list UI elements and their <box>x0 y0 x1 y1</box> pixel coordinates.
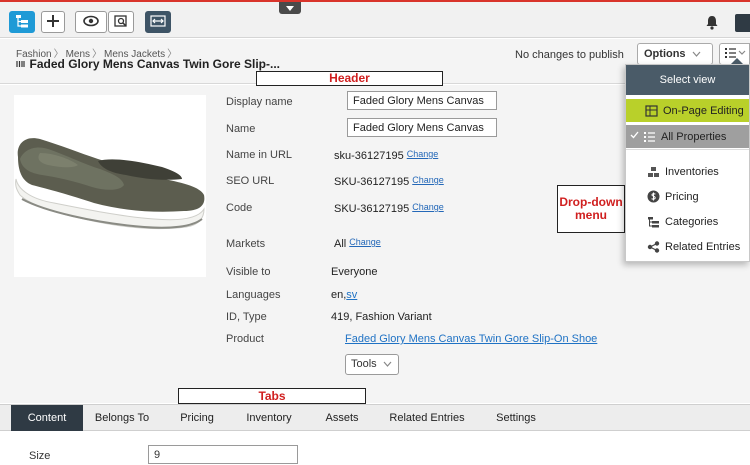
markets-text: All <box>334 238 347 250</box>
menu-item-on-page-editing[interactable]: On-Page Editing <box>626 99 749 122</box>
variant-icon <box>16 60 28 70</box>
inventories-icon <box>646 165 660 179</box>
tab-content[interactable]: Content <box>11 405 83 431</box>
code-label: Code <box>226 202 253 214</box>
change-markets-link[interactable]: Change <box>349 237 381 247</box>
code-value: SKU-36127195 Change <box>334 202 444 215</box>
name-in-url-label: Name in URL <box>226 149 293 161</box>
id-type-value: 419, Fashion Variant <box>331 311 432 323</box>
preview-search-icon <box>114 14 128 31</box>
add-button[interactable] <box>41 11 65 33</box>
tab-inventory[interactable]: Inventory <box>238 405 300 431</box>
check-icon <box>630 131 640 142</box>
page-title-text: Faded Glory Mens Canvas Twin Gore Slip-.… <box>29 57 281 71</box>
plus-icon <box>46 14 60 31</box>
menu-item-pricing[interactable]: Pricing <box>626 185 749 208</box>
menu-item-label: Related Entries <box>665 240 741 253</box>
preview-button[interactable] <box>108 11 134 33</box>
menu-item-label: Pricing <box>665 190 699 203</box>
menu-item-inventories[interactable]: Inventories <box>626 160 749 183</box>
dollar-icon <box>646 190 660 204</box>
menu-item-related-entries[interactable]: Related Entries <box>626 235 749 258</box>
categories-icon <box>646 215 660 229</box>
markets-value: All Change <box>334 237 381 250</box>
product-label: Product <box>226 333 264 345</box>
product-link[interactable]: Faded Glory Mens Canvas Twin Gore Slip-O… <box>345 333 597 345</box>
languages-label: Languages <box>226 289 281 301</box>
dropdown-menu-callout: Drop-down menu <box>557 185 625 233</box>
id-type-label: ID, Type <box>226 311 267 323</box>
language-sv-link[interactable]: sv <box>346 289 357 301</box>
change-seo-url-link[interactable]: Change <box>412 175 444 185</box>
name-in-url-value: sku-36127195 Change <box>334 149 438 162</box>
change-name-in-url-link[interactable]: Change <box>407 149 439 159</box>
seo-url-label: SEO URL <box>226 175 275 187</box>
visible-to-value: Everyone <box>331 266 378 278</box>
chevron-down-icon <box>383 358 392 370</box>
navigation-tree-button[interactable] <box>9 11 35 33</box>
languages-value: en,sv <box>331 289 357 301</box>
select-view-menu: Select view On-Page Editing All Properti… <box>625 64 750 262</box>
seo-url-value: SKU-36127195 Change <box>334 175 444 188</box>
compare-button[interactable] <box>145 11 171 33</box>
tab-bar: Content Belongs To Pricing Inventory Ass… <box>0 404 750 431</box>
product-image <box>14 95 206 277</box>
tab-related-entries[interactable]: Related Entries <box>383 405 471 431</box>
name-label: Name <box>226 123 256 135</box>
display-name-input[interactable]: Faded Glory Mens Canvas <box>347 91 497 110</box>
share-icon <box>646 240 660 254</box>
display-name-label: Display name <box>226 96 293 108</box>
name-in-url-text: sku-36127195 <box>334 150 404 162</box>
toggle-view-button[interactable] <box>75 11 107 33</box>
menu-heading: Select view <box>626 65 749 95</box>
name-input[interactable]: Faded Glory Mens Canvas <box>347 118 497 137</box>
chevron-down-icon <box>692 48 701 60</box>
notifications-button[interactable] <box>705 15 719 33</box>
user-menu-button[interactable] <box>735 14 750 32</box>
size-input[interactable]: 9 <box>148 445 298 464</box>
chevron-down-icon <box>286 2 294 14</box>
menu-divider <box>626 149 749 150</box>
collapse-toolbar-button[interactable] <box>279 2 301 14</box>
eye-icon <box>83 15 99 30</box>
bell-icon <box>705 16 719 33</box>
menu-item-label: On-Page Editing <box>663 104 744 117</box>
page-title: Faded Glory Mens Canvas Twin Gore Slip-.… <box>16 57 280 71</box>
compare-arrows-icon <box>150 14 166 30</box>
visible-to-label: Visible to <box>226 266 271 278</box>
menu-item-label: Categories <box>665 215 719 228</box>
change-code-link[interactable]: Change <box>412 202 444 212</box>
menu-item-all-properties[interactable]: All Properties <box>626 125 749 148</box>
menu-item-label: Inventories <box>665 165 719 178</box>
code-text: SKU-36127195 <box>334 203 410 215</box>
menu-item-label: All Properties <box>661 130 727 143</box>
tools-label: Tools <box>351 358 377 370</box>
seo-url-text: SKU-36127195 <box>334 176 410 188</box>
menu-item-categories[interactable]: Categories <box>626 210 749 233</box>
tools-button[interactable]: Tools <box>345 354 399 375</box>
tab-pricing[interactable]: Pricing <box>172 405 222 431</box>
header-callout: Header <box>256 71 443 86</box>
list-icon <box>642 130 656 144</box>
on-page-editing-icon <box>644 104 658 118</box>
top-toolbar <box>0 0 750 38</box>
language-en: en, <box>331 289 347 301</box>
size-label: Size <box>29 450 51 462</box>
options-button[interactable]: Options <box>637 43 713 65</box>
tab-belongs-to[interactable]: Belongs To <box>87 405 157 431</box>
publish-status: No changes to publish <box>515 49 624 61</box>
tabs-callout: Tabs <box>178 388 366 404</box>
tab-settings[interactable]: Settings <box>488 405 544 431</box>
options-label: Options <box>644 48 686 60</box>
navigation-tree-icon <box>15 14 29 31</box>
markets-label: Markets <box>226 238 266 250</box>
tab-assets[interactable]: Assets <box>318 405 366 431</box>
